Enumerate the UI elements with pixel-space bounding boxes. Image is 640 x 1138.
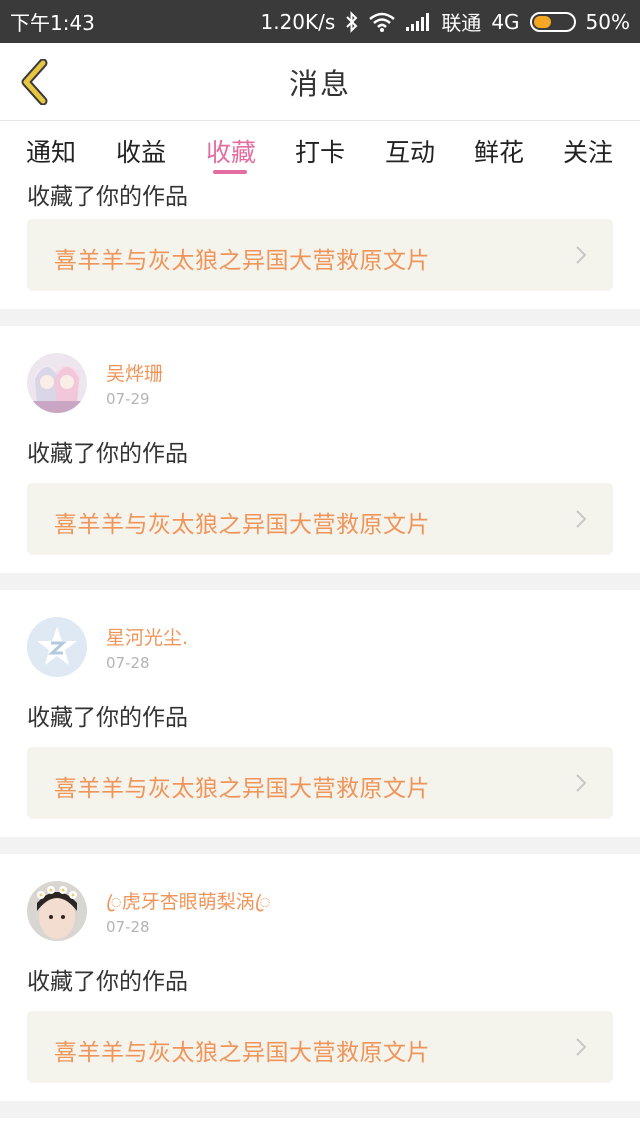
tab-check-in[interactable]: 打卡: [295, 133, 345, 169]
chevron-left-icon: [21, 59, 48, 105]
tab-bar: 通知 收益 收藏 打卡 互动 鲜花 关注: [0, 121, 640, 177]
message-card: ꦿ虎牙杏眼萌梨涡ꦿ 07-28 收藏了你的作品 喜羊羊与灰太狼之异国大营救原文片: [0, 854, 640, 1101]
status-indicators: 1.20K/s 联通 4G 50%: [261, 7, 631, 36]
tab-following[interactable]: 关注: [563, 133, 613, 169]
header: 消息: [0, 43, 640, 121]
avatar[interactable]: [27, 881, 87, 941]
chevron-right-icon: [576, 510, 587, 528]
tab-flowers[interactable]: 鲜花: [474, 133, 524, 169]
active-tab-indicator: [213, 170, 247, 174]
avatar[interactable]: [27, 353, 87, 413]
work-title: 喜羊羊与灰太狼之异国大营救原文片: [54, 776, 430, 802]
work-title: 喜羊羊与灰太狼之异国大营救原文片: [54, 512, 430, 538]
chevron-right-icon: [576, 246, 587, 264]
avatar[interactable]: [27, 617, 87, 677]
page-title: 消息: [288, 66, 351, 101]
tab-favorites[interactable]: 收藏: [206, 133, 256, 169]
message-card: 吴烨珊 07-29 收藏了你的作品 喜羊羊与灰太狼之异国大营救原文片: [0, 326, 640, 573]
work-title: 喜羊羊与灰太狼之异国大营救原文片: [54, 1040, 430, 1066]
signal-icon: [406, 12, 430, 31]
work-link[interactable]: 喜羊羊与灰太狼之异国大营救原文片: [27, 483, 613, 555]
message-text: 收藏了你的作品: [27, 969, 188, 995]
work-link[interactable]: 喜羊羊与灰太狼之异国大营救原文片: [27, 1011, 613, 1083]
user-name[interactable]: 吴烨珊: [106, 359, 163, 386]
battery-fill: [533, 15, 551, 28]
status-time: 下午1:43: [10, 11, 95, 35]
battery-icon: [529, 11, 576, 32]
bluetooth-icon: [346, 10, 358, 33]
message-card: 收藏了你的作品 喜羊羊与灰太狼之异国大营救原文片: [0, 177, 640, 309]
anime-girls-avatar-icon: [27, 353, 87, 413]
tab-interactions[interactable]: 互动: [385, 133, 435, 169]
work-link[interactable]: 喜羊羊与灰太狼之异国大营救原文片: [27, 747, 613, 819]
message-text: 收藏了你的作品: [27, 441, 188, 467]
message-date: 07-28: [106, 918, 150, 936]
message-card: 星河光尘. 07-28 收藏了你的作品 喜羊羊与灰太狼之异国大营救原文片: [0, 590, 640, 837]
default-z-avatar-icon: [27, 617, 87, 677]
tab-earnings[interactable]: 收益: [116, 133, 166, 169]
message-card: [0, 1118, 640, 1138]
tab-notifications[interactable]: 通知: [26, 133, 76, 169]
message-text: 收藏了你的作品: [27, 705, 188, 731]
work-link[interactable]: 喜羊羊与灰太狼之异国大营救原文片: [27, 219, 613, 291]
message-date: 07-29: [106, 390, 150, 408]
battery-percent: 50%: [585, 9, 630, 34]
flower-crown-avatar-icon: [27, 881, 87, 941]
message-list[interactable]: 收藏了你的作品 喜羊羊与灰太狼之异国大营救原文片 吴烨珊 07-29 收藏了你的…: [0, 177, 640, 1138]
network-speed: 1.20K/s: [260, 9, 336, 34]
carrier-name: 联通: [441, 11, 482, 35]
network-type: 4G: [491, 9, 520, 34]
wifi-icon: [369, 12, 396, 32]
work-title: 喜羊羊与灰太狼之异国大营救原文片: [54, 248, 430, 274]
message-date: 07-28: [106, 654, 150, 672]
message-text: 收藏了你的作品: [27, 184, 188, 210]
chevron-right-icon: [576, 774, 587, 792]
user-name[interactable]: 星河光尘.: [106, 623, 188, 650]
back-button[interactable]: [14, 57, 54, 107]
status-bar: 下午1:43 1.20K/s 联通 4G 50%: [0, 0, 640, 43]
chevron-right-icon: [576, 1038, 587, 1056]
